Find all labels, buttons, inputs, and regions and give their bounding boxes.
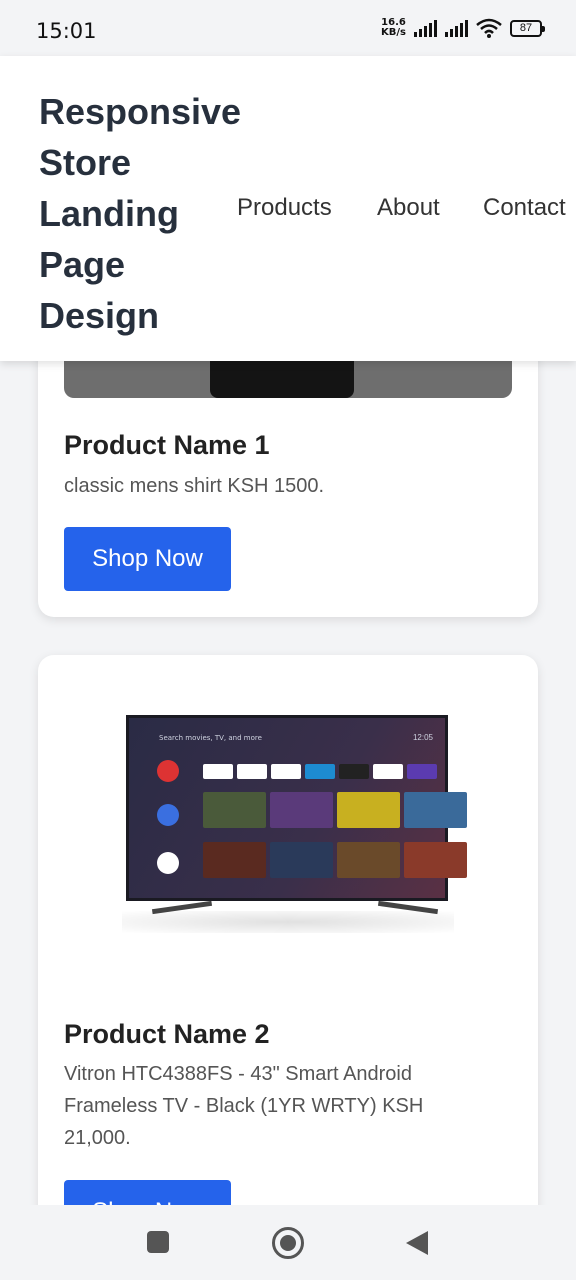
site-title-line: Store: [39, 142, 132, 183]
home-icon[interactable]: [272, 1227, 304, 1259]
tv-screen: Search movies, TV, and more 12:05: [126, 715, 467, 901]
site-title-line: Page: [39, 244, 126, 285]
site-title-line: Landing: [39, 193, 179, 234]
product-description: classic mens shirt KSH 1500.: [64, 475, 325, 497]
tv-content-row: [203, 792, 467, 828]
network-speed-unit: KB/s: [381, 27, 406, 38]
battery-level: 87: [519, 21, 533, 34]
tv-pluto-icon: [157, 852, 179, 874]
nav-link-about[interactable]: About: [377, 194, 440, 222]
battery-icon: 87: [510, 19, 545, 37]
product-name: Product Name 1: [64, 430, 270, 460]
nav-link-contact[interactable]: Contact: [483, 194, 566, 222]
network-speed: 16.6 KB/s: [381, 18, 406, 38]
product-description: Vitron HTC4388FS - 43" Smart Android Fra…: [64, 1063, 424, 1149]
site-title[interactable]: Responsive Store Landing Page Design: [39, 86, 249, 341]
tv-shadow: [122, 911, 454, 933]
product-card: Search movies, TV, and more 12:05 Produc…: [38, 655, 538, 1255]
product-image: Search movies, TV, and more 12:05: [122, 713, 467, 939]
nav-link-products[interactable]: Products: [237, 194, 332, 222]
status-bar: 15:01 16.6 KB/s 87: [0, 0, 576, 58]
back-icon[interactable]: [406, 1231, 428, 1255]
system-nav-bar: [0, 1205, 576, 1280]
tv-app-row: [203, 764, 437, 779]
wifi-icon: [476, 18, 502, 38]
status-time: 15:01: [36, 19, 97, 43]
signal-icon: [414, 19, 437, 37]
tv-apps-icon: [157, 760, 179, 782]
tv-search-text: Search movies, TV, and more: [159, 734, 262, 742]
tv-play-next-icon: [157, 804, 179, 826]
site-header: Responsive Store Landing Page Design Pro…: [0, 56, 576, 361]
recents-icon[interactable]: [147, 1231, 169, 1253]
tv-clock: 12:05: [412, 733, 433, 742]
shop-now-button[interactable]: Shop Now: [64, 527, 231, 591]
status-icons: 16.6 KB/s 87: [381, 18, 545, 38]
site-title-line: Responsive: [39, 91, 242, 132]
site-title-line: Design: [39, 295, 160, 336]
tv-content-row: [203, 842, 467, 878]
product-name: Product Name 2: [64, 1019, 270, 1049]
signal-icon: [445, 19, 468, 37]
